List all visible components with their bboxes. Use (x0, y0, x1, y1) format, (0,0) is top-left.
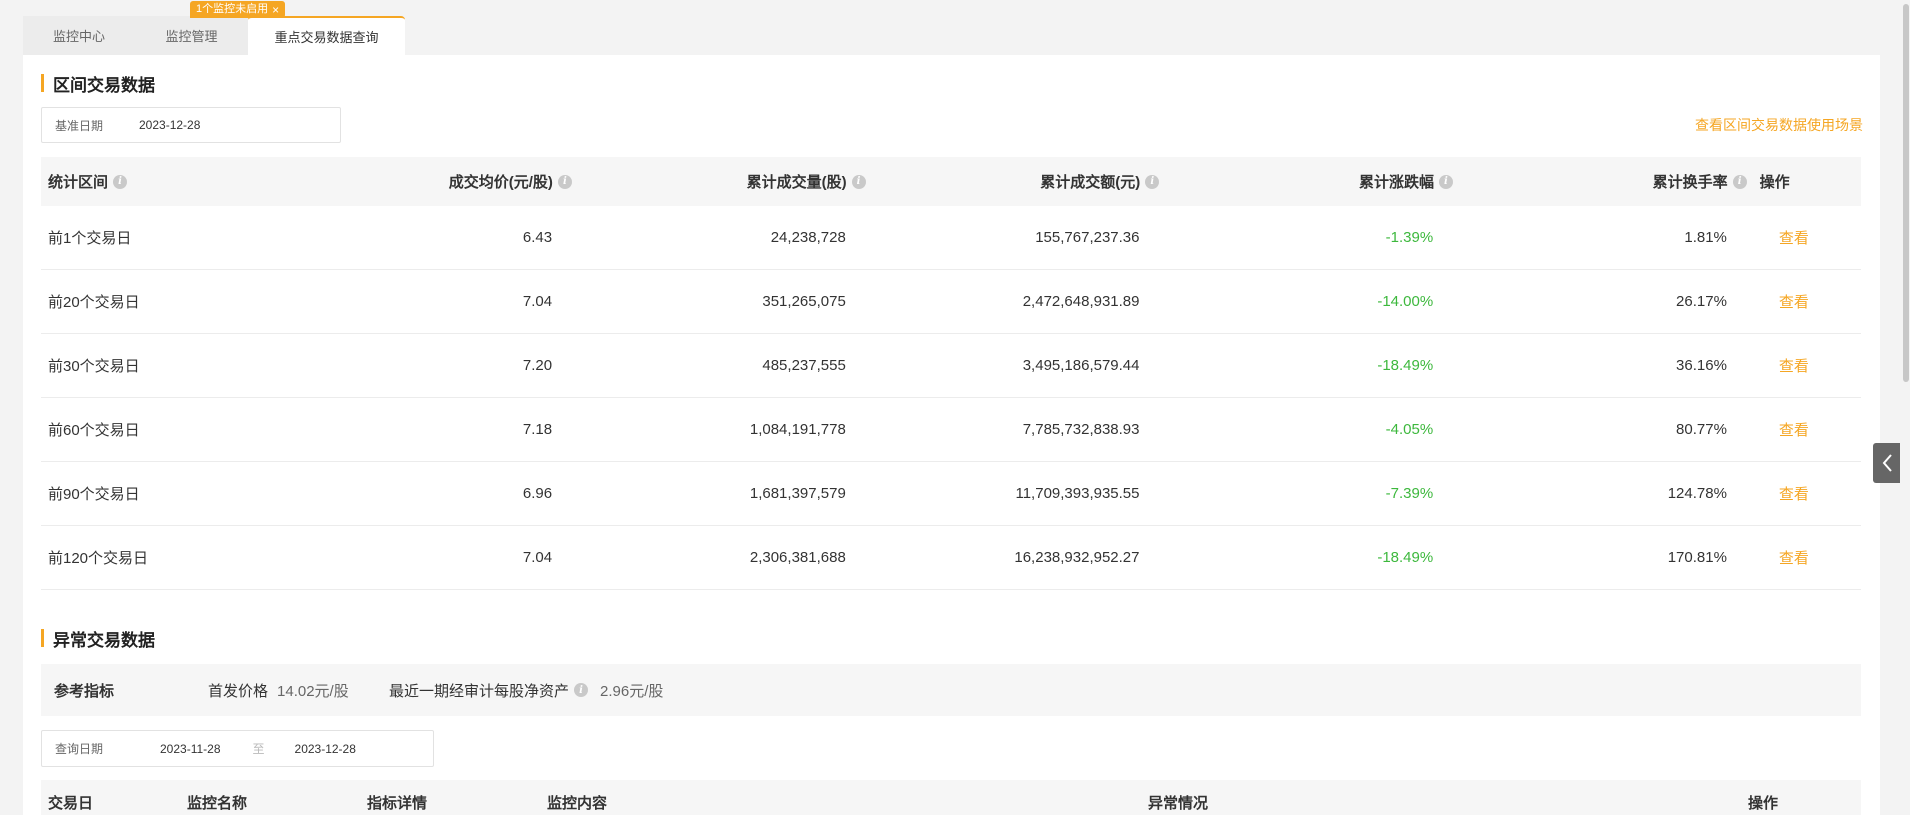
reference-indicators: 参考指标 首发价格 14.02元/股 最近一期经审计每股净资产 i 2.96元/… (41, 664, 1861, 716)
view-button[interactable]: 查看 (1746, 547, 1861, 568)
table-row: 前60个交易日 7.18 1,084,191,778 7,785,732,838… (41, 398, 1861, 462)
tab-key-trading-query[interactable]: 重点交易数据查询 (248, 16, 405, 55)
interval-table: 统计区间 i 成交均价(元/股) i 累计成交量(股) i 累计成交额(元) i 累计涨… (41, 157, 1861, 590)
table-row: 前120个交易日 7.04 2,306,381,688 16,238,932,9… (41, 526, 1861, 590)
scrollbar-thumb[interactable] (1903, 4, 1909, 382)
scrollbar[interactable] (1900, 0, 1910, 815)
ipo-price-value: 14.02元/股 (277, 682, 349, 700)
table-row: 前90个交易日 6.96 1,681,397,579 11,709,393,93… (41, 462, 1861, 526)
view-button[interactable]: 查看 (1746, 419, 1861, 440)
close-icon[interactable]: × (272, 4, 279, 16)
base-date-picker[interactable]: 基准日期 2023-12-28 (41, 107, 341, 143)
table-row: 前20个交易日 7.04 351,265,075 2,472,648,931.8… (41, 270, 1861, 334)
interval-section-title: 区间交易数据 (41, 73, 155, 95)
info-icon[interactable]: i (113, 174, 128, 189)
abnormal-table-header: 交易日 监控名称 指标详情 监控内容 异常情况 操作 (41, 780, 1861, 815)
abnormal-section-title: 异常交易数据 (41, 628, 155, 650)
table-header: 统计区间 i 成交均价(元/股) i 累计成交量(股) i 累计成交额(元) i 累计涨… (41, 157, 1861, 206)
query-date-range-picker[interactable]: 查询日期 2023-11-28 至 2023-12-28 (41, 730, 434, 767)
chevron-left-icon[interactable] (1873, 443, 1901, 483)
info-icon[interactable]: i (1732, 174, 1747, 189)
view-button[interactable]: 查看 (1746, 483, 1861, 504)
view-button[interactable]: 查看 (1746, 227, 1861, 248)
tab-bar: 监控中心 监控管理 重点交易数据查询 (23, 16, 405, 55)
info-icon[interactable]: i (851, 174, 866, 189)
table-row: 前1个交易日 6.43 24,238,728 155,767,237.36 -1… (41, 206, 1861, 270)
view-button[interactable]: 查看 (1746, 291, 1861, 312)
tab-monitor-management[interactable]: 监控管理 (135, 16, 248, 55)
title-accent-bar (41, 74, 44, 92)
nav-per-share-value: 2.96元/股 (600, 682, 664, 700)
title-accent-bar (41, 629, 44, 647)
tab-monitor-center[interactable]: 监控中心 (23, 16, 135, 55)
info-icon[interactable]: i (1438, 174, 1453, 189)
info-icon[interactable]: i (1145, 174, 1160, 189)
base-date-value[interactable]: 2023-12-28 (139, 118, 200, 132)
info-icon[interactable]: i (574, 683, 589, 697)
monitor-disabled-badge: 1个监控未启用 × (190, 1, 286, 18)
view-button[interactable]: 查看 (1746, 355, 1861, 376)
usage-scenario-link[interactable]: 查看区间交易数据使用场景 (1695, 115, 1863, 135)
table-row: 前30个交易日 7.20 485,237,555 3,495,186,579.4… (41, 334, 1861, 398)
date-to-value[interactable]: 2023-12-28 (295, 742, 356, 756)
date-from-value[interactable]: 2023-11-28 (160, 742, 221, 756)
main-panel: 区间交易数据 基准日期 2023-12-28 查看区间交易数据使用场景 统计区间… (23, 55, 1880, 815)
info-icon[interactable]: i (557, 174, 572, 189)
